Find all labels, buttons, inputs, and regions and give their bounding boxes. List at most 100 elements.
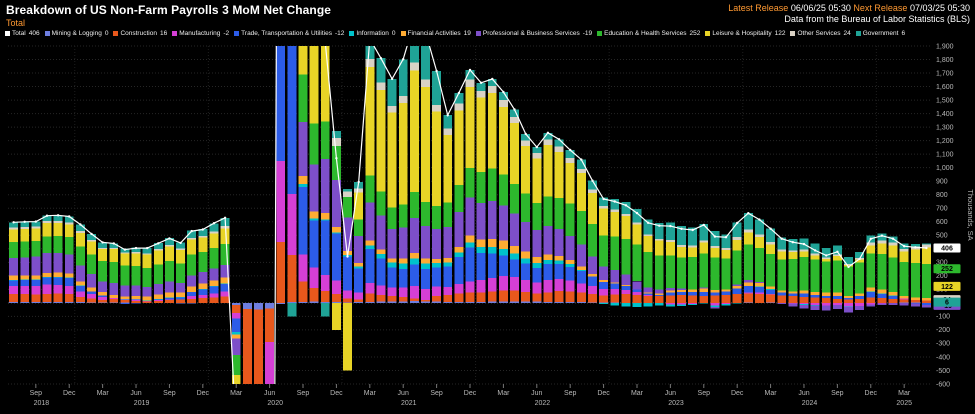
bar-stack xyxy=(766,229,775,303)
bar-stack xyxy=(666,223,675,307)
bar-stack xyxy=(232,303,241,414)
bar-stack xyxy=(710,231,719,308)
bar-stack xyxy=(532,147,541,303)
bar-stack xyxy=(198,229,207,303)
svg-text:Jun: Jun xyxy=(130,390,141,397)
svg-text:600: 600 xyxy=(936,219,948,226)
bar-stack xyxy=(543,133,552,303)
bar-stack xyxy=(722,234,731,305)
bar-stack xyxy=(399,59,408,303)
bar-stack xyxy=(310,0,319,303)
bar-stack xyxy=(87,234,96,303)
bar-stack xyxy=(877,234,886,305)
bar-stack xyxy=(800,239,809,309)
bar-stack xyxy=(154,243,163,303)
y-axis-title: Thousands, SA xyxy=(966,189,975,240)
y-axis-labels: -600-500-400-300-200-1000100200300400500… xyxy=(936,43,954,388)
bar-stack xyxy=(165,238,174,303)
svg-text:-300: -300 xyxy=(936,341,950,348)
bar-stack xyxy=(421,32,430,303)
bar-stack xyxy=(811,244,820,310)
bar-stack xyxy=(889,237,898,305)
svg-text:Sep: Sep xyxy=(831,390,844,397)
bar-stack xyxy=(866,235,875,306)
x-axis-labels: Sep Dec Mar Jun Sep Dec Mar Jun Sep Dec Mar Jun Sep D… xyxy=(30,384,912,407)
bar-stack xyxy=(521,134,530,303)
svg-text:6: 6 xyxy=(945,300,949,307)
bar-stack xyxy=(343,189,352,371)
bar-stack xyxy=(299,0,308,303)
bar-stack xyxy=(633,209,642,307)
bar-stack xyxy=(699,224,708,304)
bar-stack xyxy=(410,22,419,303)
svg-text:-500: -500 xyxy=(936,368,950,375)
bar-stack xyxy=(488,79,497,303)
svg-text:2018: 2018 xyxy=(34,400,50,407)
svg-text:Mar: Mar xyxy=(497,390,510,397)
svg-text:252: 252 xyxy=(941,266,953,273)
svg-text:1,300: 1,300 xyxy=(936,124,954,131)
svg-text:Mar: Mar xyxy=(631,390,644,397)
bar-stack xyxy=(98,242,107,302)
svg-text:2021: 2021 xyxy=(401,400,417,407)
bar-stack xyxy=(31,222,40,303)
svg-text:1,100: 1,100 xyxy=(936,151,954,158)
svg-text:1,700: 1,700 xyxy=(936,70,954,77)
svg-text:Jun: Jun xyxy=(398,390,409,397)
svg-text:Dec: Dec xyxy=(865,390,878,397)
bar-stack xyxy=(610,199,619,306)
bar-stack xyxy=(588,181,597,303)
bar-stack xyxy=(76,224,85,302)
bar-stack xyxy=(477,83,486,303)
bar-stack xyxy=(566,150,575,303)
svg-text:Sep: Sep xyxy=(297,390,310,397)
svg-text:Dec: Dec xyxy=(197,390,210,397)
bar-stack xyxy=(54,215,63,303)
svg-text:Dec: Dec xyxy=(63,390,76,397)
bar-stack xyxy=(388,79,397,303)
svg-text:Sep: Sep xyxy=(430,390,443,397)
svg-text:Sep: Sep xyxy=(564,390,577,397)
bar-stack xyxy=(900,244,909,306)
bar-stack xyxy=(432,71,441,303)
bar-stack xyxy=(621,202,630,306)
bar-stack xyxy=(187,231,196,304)
svg-text:Sep: Sep xyxy=(698,390,711,397)
bar-stack xyxy=(254,303,263,414)
svg-text:-100: -100 xyxy=(936,314,950,321)
bar-stack xyxy=(644,219,653,306)
bar-stack xyxy=(20,222,29,303)
bar-stack xyxy=(688,228,697,305)
bar-stack xyxy=(599,198,608,305)
bar-stack xyxy=(555,139,564,303)
bars-layer xyxy=(9,0,931,414)
svg-text:Jun: Jun xyxy=(264,390,275,397)
bar-stack xyxy=(376,58,385,303)
bar-stack xyxy=(43,216,52,303)
svg-text:900: 900 xyxy=(936,179,948,186)
payrolls-chart[interactable]: -600-500-400-300-200-1000100200300400500… xyxy=(0,0,975,414)
bar-stack xyxy=(454,93,463,303)
bar-stack xyxy=(677,226,686,306)
svg-text:Sep: Sep xyxy=(30,390,43,397)
svg-text:-600: -600 xyxy=(936,381,950,388)
svg-text:-200: -200 xyxy=(936,327,950,334)
bar-stack xyxy=(176,242,185,303)
bar-stack xyxy=(922,244,931,308)
svg-text:2025: 2025 xyxy=(896,400,912,407)
bar-stack xyxy=(499,92,508,303)
svg-text:Sep: Sep xyxy=(163,390,176,397)
svg-text:700: 700 xyxy=(936,206,948,213)
svg-text:1,800: 1,800 xyxy=(936,57,954,64)
svg-text:1,000: 1,000 xyxy=(936,165,954,172)
svg-text:200: 200 xyxy=(936,273,948,280)
svg-text:2024: 2024 xyxy=(802,400,818,407)
svg-text:2019: 2019 xyxy=(134,400,150,407)
svg-text:Dec: Dec xyxy=(597,390,610,397)
svg-text:Jun: Jun xyxy=(798,390,809,397)
svg-text:Mar: Mar xyxy=(765,390,778,397)
svg-text:2022: 2022 xyxy=(535,400,551,407)
bar-stack xyxy=(287,0,296,316)
svg-text:-400: -400 xyxy=(936,354,950,361)
bar-stack xyxy=(777,237,786,304)
